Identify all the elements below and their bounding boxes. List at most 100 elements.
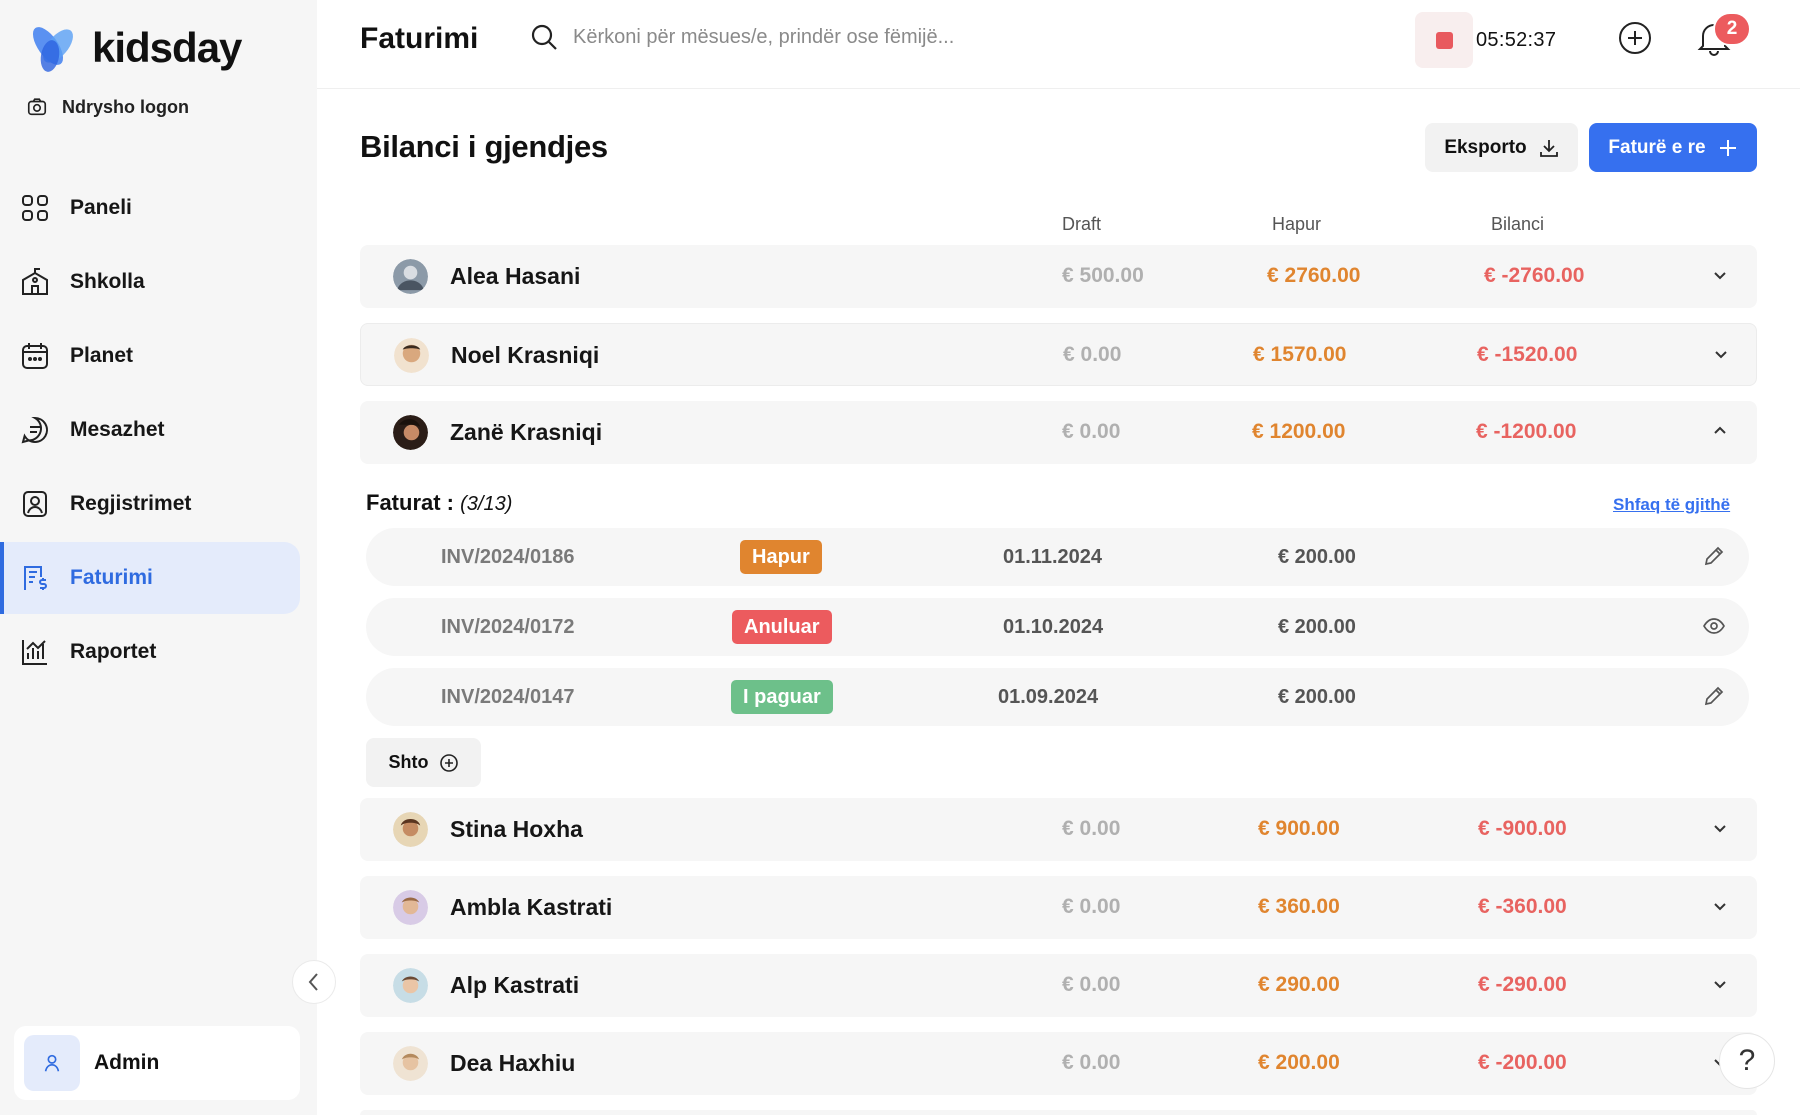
table-row[interactable]: Stina Hoxha € 0.00 € 900.00 € -900.00	[360, 798, 1757, 861]
chevron-down-icon[interactable]	[1712, 269, 1728, 281]
help-icon: ?	[1738, 1044, 1756, 1077]
camera-icon	[27, 98, 47, 116]
open-amount: € 2760.00	[1267, 264, 1361, 287]
sidebar-item-label: Regjistrimet	[70, 492, 192, 515]
invoice-number: INV/2024/0186	[441, 546, 575, 568]
sidebar-item-school[interactable]: Shkolla	[0, 246, 317, 318]
contact-card-icon	[23, 491, 47, 517]
sidebar-item-label: Faturimi	[70, 566, 153, 589]
notification-badge: 2	[1713, 12, 1751, 46]
invoice-number: INV/2024/0147	[441, 686, 575, 708]
message-icon	[21, 416, 48, 444]
invoice-amount: € 200.00	[1278, 546, 1356, 568]
stop-icon	[1435, 31, 1453, 49]
sidebar: kidsday Ndrysho logon Paneli Shkolla Pla…	[0, 0, 317, 1115]
balance-amount: € -360.00	[1478, 895, 1567, 918]
sidebar-item-label: Mesazhet	[70, 418, 165, 441]
sidebar-item-reports[interactable]: Raportet	[0, 616, 317, 688]
avatar	[393, 890, 428, 925]
download-icon	[1539, 139, 1558, 157]
plus-circle-icon	[1619, 22, 1651, 54]
export-button[interactable]: Eksporto	[1425, 123, 1578, 172]
avatar	[393, 812, 428, 847]
show-all-link[interactable]: Shfaq të gjithë	[1613, 495, 1730, 515]
child-name: Stina Hoxha	[450, 816, 583, 842]
page-title: Faturimi	[360, 22, 479, 55]
change-logo-button[interactable]: Ndrysho logon	[26, 96, 189, 118]
balance-amount: € -1520.00	[1477, 343, 1578, 366]
sidebar-item-label: Planet	[70, 344, 134, 367]
table-row[interactable]: Alp Kastrati € 0.00 € 290.00 € -290.00	[360, 954, 1757, 1017]
add-label: Shto	[388, 752, 429, 772]
help-button[interactable]: ?	[1719, 1033, 1775, 1089]
sidebar-item-registrations[interactable]: Regjistrimet	[0, 468, 317, 540]
user-icon	[44, 1054, 60, 1072]
open-amount: € 900.00	[1258, 817, 1340, 840]
search-input[interactable]	[573, 25, 1133, 49]
open-amount: € 200.00	[1258, 1051, 1340, 1074]
school-icon	[22, 268, 48, 295]
table-row[interactable]: Zanë Krasniqi € 0.00 € 1200.00 € -1200.0…	[360, 401, 1757, 464]
brand-name: kidsday	[92, 24, 242, 71]
avatar	[393, 1046, 428, 1081]
brand-logo[interactable]: kidsday	[26, 20, 242, 76]
avatar	[393, 259, 428, 294]
grid-icon	[22, 195, 48, 221]
sidebar-item-plans[interactable]: Planet	[0, 320, 317, 392]
sidebar-item-messages[interactable]: Mesazhet	[0, 394, 317, 466]
chevron-up-icon[interactable]	[1712, 425, 1728, 437]
table-row[interactable]: Noel Krasniqi € 0.00 € 1570.00 € -1520.0…	[360, 323, 1757, 386]
collapse-sidebar-button[interactable]	[292, 960, 336, 1004]
open-amount: € 1570.00	[1253, 343, 1347, 366]
user-profile[interactable]: Admin	[14, 1026, 300, 1100]
table-row[interactable]: Dea Haxhiu € 0.00 € 200.00 € -200.00	[360, 1032, 1757, 1095]
status-badge: I paguar	[731, 680, 833, 714]
edit-icon[interactable]	[1702, 684, 1726, 708]
eye-icon[interactable]	[1702, 614, 1726, 638]
draft-amount: € 0.00	[1063, 343, 1122, 366]
kidsday-logo-icon	[32, 27, 73, 72]
child-name: Alea Hasani	[450, 263, 581, 289]
invoice-number: INV/2024/0172	[441, 616, 575, 638]
chevron-down-icon[interactable]	[1713, 348, 1729, 360]
add-button[interactable]	[1617, 20, 1653, 61]
user-name: Admin	[94, 1051, 160, 1074]
balance-amount: € -1200.00	[1476, 420, 1577, 443]
child-name: Alp Kastrati	[450, 972, 580, 998]
search-bar	[529, 22, 1133, 52]
chevron-down-icon[interactable]	[1712, 822, 1728, 834]
invoice-row[interactable]: INV/2024/0147 I paguar 01.09.2024 € 200.…	[366, 668, 1749, 726]
change-logo-label: Ndrysho logon	[62, 96, 189, 117]
invoice-row[interactable]: INV/2024/0172 Anuluar 01.10.2024 € 200.0…	[366, 598, 1749, 656]
stop-timer-button[interactable]	[1415, 12, 1473, 68]
invoices-label: Faturat : (3/13)	[366, 490, 512, 516]
invoice-date: 01.10.2024	[1003, 616, 1104, 638]
chevron-down-icon[interactable]	[1712, 978, 1728, 990]
column-header-balance: Bilanci	[1491, 214, 1545, 234]
sidebar-item-billing[interactable]: Faturimi	[0, 542, 300, 614]
column-header-open: Hapur	[1272, 214, 1322, 234]
open-amount: € 290.00	[1258, 973, 1340, 996]
avatar	[393, 968, 428, 1003]
plus-icon	[1719, 139, 1736, 156]
section-title: Bilanci i gjendjes	[360, 129, 608, 164]
new-invoice-button[interactable]: Faturë e re	[1589, 123, 1757, 172]
chevron-down-icon[interactable]	[1712, 900, 1728, 912]
new-invoice-label: Faturë e re	[1608, 136, 1706, 158]
sidebar-item-dashboard[interactable]: Paneli	[0, 172, 317, 244]
invoice-amount: € 200.00	[1278, 686, 1356, 708]
open-amount: € 360.00	[1258, 895, 1340, 918]
avatar	[394, 338, 429, 373]
edit-icon[interactable]	[1702, 544, 1726, 568]
table-row[interactable]: Ambla Kastrati € 0.00 € 360.00 € -360.00	[360, 876, 1757, 939]
timer: 05:52:37	[1415, 12, 1556, 68]
open-amount: € 1200.00	[1252, 420, 1346, 443]
child-name: Zanë Krasniqi	[450, 419, 603, 445]
table-row[interactable]: Alea Hasani € 500.00 € 2760.00 € -2760.0…	[360, 245, 1757, 308]
invoice-row[interactable]: INV/2024/0186 Hapur 01.11.2024 € 200.00	[366, 528, 1749, 586]
child-name: Dea Haxhiu	[450, 1050, 576, 1076]
draft-amount: € 0.00	[1062, 420, 1121, 443]
child-name: Ambla Kastrati	[450, 894, 613, 920]
add-invoice-button[interactable]: Shto	[366, 738, 481, 787]
invoice-icon	[24, 566, 47, 590]
